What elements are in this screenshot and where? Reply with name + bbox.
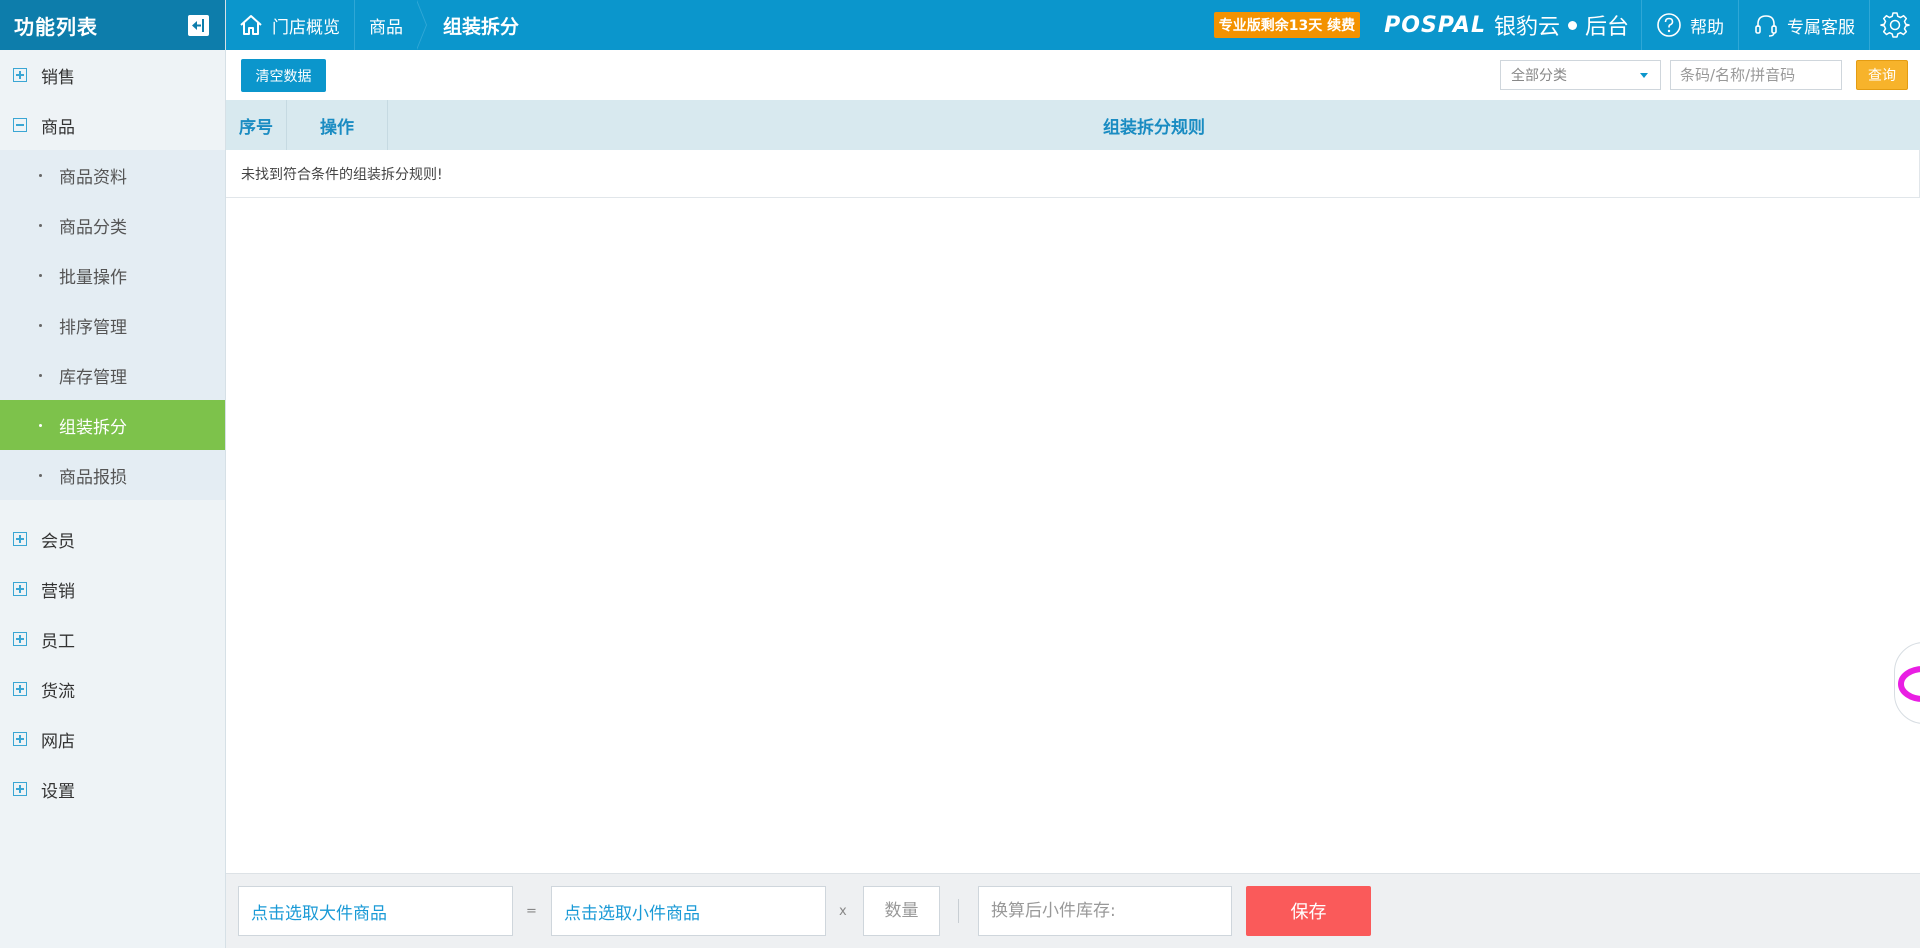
pick-big-product-field[interactable]: 点击选取大件商品 [238, 886, 513, 936]
category-select[interactable]: 全部分类 [1500, 60, 1661, 90]
bullet-icon [39, 273, 42, 277]
expand-plus-icon [13, 582, 27, 596]
column-header-index: 序号 [226, 100, 287, 150]
column-header-rule: 组装拆分规则 [1103, 117, 1205, 138]
sidebar-group-label: 员工 [41, 631, 75, 652]
quantity-input[interactable] [863, 886, 940, 936]
home-icon [240, 15, 262, 35]
sidebar-title: 功能列表 [14, 14, 98, 39]
topbar: 门店概览 商品 组装拆分 专业版剩余13天 续费 POSPAL 银豹云 后台 帮… [226, 0, 1920, 50]
sidebar-group-label: 网店 [41, 731, 75, 752]
breadcrumb-home[interactable]: 门店概览 [226, 0, 355, 50]
expand-plus-icon [13, 732, 27, 746]
bullet-icon [39, 423, 42, 427]
collapse-sidebar-icon[interactable] [188, 14, 209, 36]
sidebar-item-label: 组装拆分 [59, 417, 127, 438]
sidebar-group-label: 货流 [41, 681, 75, 702]
sidebar-group-settings[interactable]: 设置 [0, 764, 225, 814]
sidebar-group-label: 营销 [41, 581, 75, 602]
brand-logo: POSPAL 银豹云 后台 [1384, 9, 1629, 41]
breadcrumb-section-label: 商品 [369, 17, 403, 38]
subscription-badge[interactable]: 专业版剩余13天 续费 [1213, 12, 1361, 38]
expand-plus-icon [13, 632, 27, 646]
sidebar-item-label: 商品分类 [59, 217, 127, 238]
pick-small-product-field[interactable]: 点击选取小件商品 [551, 886, 826, 936]
bottombar-divider [958, 899, 959, 923]
sidebar-group-products[interactable]: 商品 [0, 100, 225, 150]
sidebar-item-sort-management[interactable]: 排序管理 [0, 300, 225, 350]
support-label: 专属客服 [1787, 17, 1855, 38]
multiply-sign: x [839, 904, 847, 919]
sidebar: 功能列表 销售 商品 商品资料 商品分类 批量操作 排序管理 库存管理 组装拆分… [0, 0, 226, 948]
chevron-down-icon [1640, 73, 1648, 78]
help-label: 帮助 [1690, 17, 1724, 38]
sidebar-item-product-category[interactable]: 商品分类 [0, 200, 225, 250]
query-button[interactable]: 查询 [1856, 60, 1908, 90]
help-icon [1657, 13, 1681, 37]
pick-big-product-label: 点击选取大件商品 [251, 903, 387, 924]
gear-icon [1880, 12, 1910, 38]
assistant-logo-icon [1898, 666, 1920, 702]
expand-plus-icon [13, 68, 27, 82]
sidebar-item-label: 商品报损 [59, 467, 127, 488]
sidebar-item-product-info[interactable]: 商品资料 [0, 150, 225, 200]
settings-button[interactable] [1869, 0, 1920, 50]
search-input[interactable] [1670, 60, 1842, 90]
rules-table: 序号 操作 组装拆分规则 未找到符合条件的组装拆分规则! [226, 100, 1920, 198]
sidebar-item-label: 库存管理 [59, 367, 127, 388]
sidebar-item-assembly-split[interactable]: 组装拆分 [0, 400, 225, 450]
pick-small-product-label: 点击选取小件商品 [564, 903, 700, 924]
converted-stock-input[interactable] [978, 886, 1232, 936]
expand-plus-icon [13, 532, 27, 546]
sidebar-item-stock-management[interactable]: 库存管理 [0, 350, 225, 400]
collapse-minus-icon [13, 118, 27, 132]
sidebar-group-marketing[interactable]: 营销 [0, 564, 225, 614]
bullet-icon [39, 473, 42, 477]
products-submenu: 商品资料 商品分类 批量操作 排序管理 库存管理 组装拆分 商品报损 [0, 150, 225, 500]
breadcrumb-home-label: 门店概览 [272, 17, 340, 38]
breadcrumb-section[interactable]: 商品 [355, 0, 417, 50]
sidebar-group-staff[interactable]: 员工 [0, 614, 225, 664]
help-button[interactable]: 帮助 [1641, 0, 1738, 50]
toolbar: 清空数据 全部分类 查询 [226, 50, 1920, 100]
sidebar-item-label: 排序管理 [59, 317, 127, 338]
sidebar-item-label: 批量操作 [59, 267, 127, 288]
clear-data-button[interactable]: 清空数据 [241, 59, 326, 92]
logo-dot [1567, 20, 1577, 30]
sidebar-group-label: 商品 [41, 117, 75, 138]
sidebar-group-label: 设置 [41, 781, 75, 802]
sidebar-group-members[interactable]: 会员 [0, 514, 225, 564]
expand-plus-icon [13, 782, 27, 796]
logo-name: 银豹云 [1493, 15, 1560, 40]
bullet-icon [39, 323, 42, 327]
sidebar-header: 功能列表 [0, 0, 225, 50]
expand-plus-icon [13, 682, 27, 696]
page-title: 组装拆分 [443, 15, 520, 38]
submenu-spacer [0, 500, 225, 514]
logo-brand: POSPAL [1384, 12, 1486, 38]
assembly-form-bar: 点击选取大件商品 = 点击选取小件商品 x 保存 [226, 873, 1920, 948]
floating-assistant-widget[interactable] [1894, 642, 1920, 724]
sidebar-group-label: 会员 [41, 531, 75, 552]
sidebar-group-online-store[interactable]: 网店 [0, 714, 225, 764]
sidebar-group-logistics[interactable]: 货流 [0, 664, 225, 714]
headset-icon [1755, 15, 1777, 37]
support-button[interactable]: 专属客服 [1738, 0, 1869, 50]
sidebar-group-label: 销售 [41, 67, 75, 88]
equals-sign: = [526, 904, 537, 919]
bullet-icon [39, 173, 42, 177]
breadcrumb-current: 组装拆分 [417, 0, 533, 50]
bullet-icon [39, 373, 42, 377]
bullet-icon [39, 223, 42, 227]
save-button[interactable]: 保存 [1246, 886, 1371, 936]
sidebar-item-label: 商品资料 [59, 167, 127, 188]
sidebar-item-batch-operation[interactable]: 批量操作 [0, 250, 225, 300]
empty-message: 未找到符合条件的组装拆分规则! [226, 150, 1920, 198]
sidebar-item-product-loss[interactable]: 商品报损 [0, 450, 225, 500]
table-header: 序号 操作 组装拆分规则 [226, 100, 1920, 150]
column-header-operation: 操作 [287, 100, 388, 150]
logo-suffix: 后台 [1584, 15, 1629, 40]
sidebar-group-sales[interactable]: 销售 [0, 50, 225, 100]
category-select-value: 全部分类 [1511, 68, 1567, 84]
